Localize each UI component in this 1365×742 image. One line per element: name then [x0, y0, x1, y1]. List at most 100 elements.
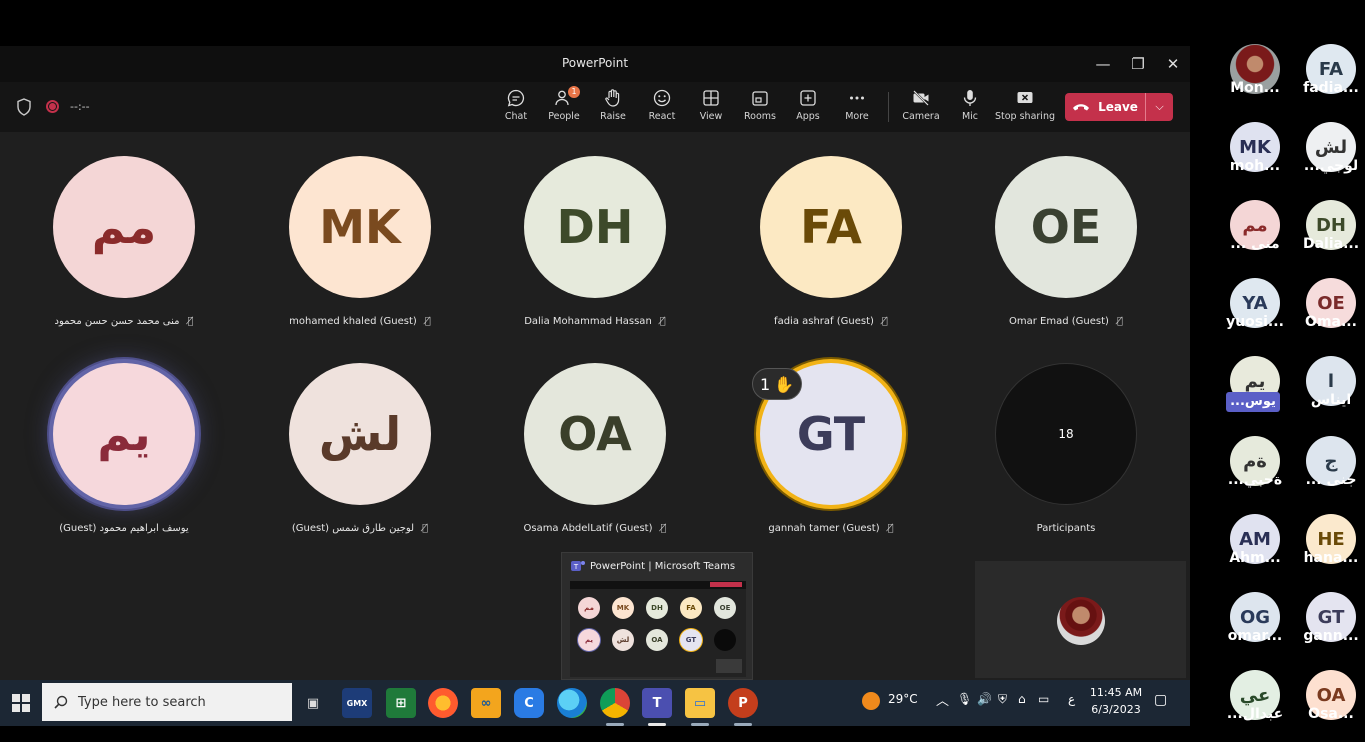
- participant-tile[interactable]: MK mohamed khaled (Guest) 🎙̸: [245, 132, 475, 332]
- teams-taskbar-icon[interactable]: T: [642, 688, 672, 718]
- title-bar: PowerPoint — ❐ ✕: [0, 46, 1190, 82]
- calculator-app-icon[interactable]: ⊞: [386, 688, 416, 718]
- battery-icon[interactable]: ▭: [1038, 692, 1049, 706]
- window-title: PowerPoint: [561, 56, 629, 70]
- mic-muted-icon: 🎙̸: [187, 316, 194, 327]
- mic-tray-icon[interactable]: 🎙: [957, 692, 972, 706]
- close-button[interactable]: ✕: [1158, 52, 1188, 76]
- weather-sun-icon[interactable]: [862, 692, 880, 710]
- leave-options-button[interactable]: ⌵: [1145, 93, 1173, 121]
- speaker-icon[interactable]: 🔊: [977, 692, 992, 706]
- participant-name: Osama AbdelLatif (Guest) 🎙̸: [523, 523, 667, 534]
- leave-button[interactable]: Leave ⌵: [1065, 93, 1173, 121]
- participant-tile[interactable]: DH Dalia Mohammad Hassan 🎙̸: [480, 132, 710, 332]
- sidebar-name: gann...: [1303, 628, 1359, 644]
- sidebar-participant[interactable]: OE Oma...: [1286, 278, 1365, 350]
- sidebar-participant[interactable]: OG omar...: [1210, 592, 1290, 664]
- participants-label: Participants: [1036, 523, 1096, 534]
- chat-label: Chat: [504, 111, 528, 122]
- weather-temp[interactable]: 29°C: [888, 692, 918, 706]
- sidebar-participant[interactable]: YA yuosi...: [1210, 278, 1290, 350]
- sidebar-participant[interactable]: ج ... جنى: [1286, 436, 1365, 508]
- participant-name: (Guest) يوسف ابراهيم محمود: [59, 523, 189, 534]
- arduino-icon[interactable]: ∞: [471, 688, 501, 718]
- minimize-button[interactable]: —: [1088, 52, 1118, 76]
- gmx-app-icon[interactable]: GMX: [342, 688, 372, 718]
- sidebar-participant[interactable]: DH Dalia...: [1286, 200, 1365, 272]
- sidebar-participant-speaking[interactable]: يم ...يوس: [1210, 356, 1290, 428]
- notifications-icon[interactable]: ▢: [1154, 692, 1167, 708]
- sidebar-name: hana...: [1303, 550, 1359, 566]
- sidebar-participant[interactable]: مم ... منى: [1210, 200, 1290, 272]
- participant-tile[interactable]: يم (Guest) يوسف ابراهيم محمود: [9, 339, 239, 539]
- stop-sharing-button[interactable]: Stop sharing: [994, 88, 1056, 128]
- react-button[interactable]: React: [636, 88, 688, 128]
- participant-tile[interactable]: مم منى محمد حسن حسن محمود 🎙̸: [9, 132, 239, 332]
- chrome-icon[interactable]: [600, 688, 630, 718]
- chat-button[interactable]: Chat: [490, 88, 542, 128]
- sidebar-participant[interactable]: لش ...لوجي: [1286, 122, 1365, 194]
- react-label: React: [648, 111, 676, 122]
- avatar: OA: [524, 363, 666, 505]
- windows-start-icon[interactable]: [12, 694, 30, 712]
- sidebar-participant[interactable]: ةم ...ةحبي: [1210, 436, 1290, 508]
- sidebar-participant[interactable]: AM Ahm...: [1210, 514, 1290, 586]
- c-app-icon[interactable]: C: [514, 688, 544, 718]
- sidebar-participant[interactable]: GT gann...: [1286, 592, 1365, 664]
- mic-button[interactable]: Mic: [944, 88, 996, 128]
- maximize-button[interactable]: ❐: [1123, 52, 1153, 76]
- camera-button[interactable]: Camera: [895, 88, 947, 128]
- taskbar-clock[interactable]: 11:45 AM 6/3/2023: [1088, 684, 1144, 718]
- file-explorer-icon[interactable]: ▭: [685, 688, 715, 718]
- stop-share-icon: [1017, 92, 1033, 103]
- network-icon[interactable]: ⌂: [1018, 692, 1026, 706]
- preview-avatar: OE: [714, 597, 736, 619]
- taskbar-preview-thumbnail[interactable]: T PowerPoint | Microsoft Teams مم MK DH …: [561, 552, 753, 680]
- people-button[interactable]: 1 People: [538, 86, 590, 128]
- view-button[interactable]: View: [685, 88, 737, 128]
- sidebar-participant[interactable]: Mon...: [1210, 44, 1290, 116]
- participant-tile[interactable]: OA Osama AbdelLatif (Guest) 🎙̸: [480, 339, 710, 539]
- view-label: View: [699, 111, 723, 122]
- sidebar-participant[interactable]: ا ايناس: [1286, 356, 1365, 428]
- rooms-button[interactable]: Rooms: [734, 88, 786, 128]
- raise-hand-button[interactable]: Raise: [587, 88, 639, 128]
- mic-muted-icon: 🎙̸: [1116, 316, 1123, 327]
- shield-icon[interactable]: [16, 98, 32, 116]
- raised-hand-count: 1: [759, 374, 771, 394]
- edge-icon[interactable]: [557, 688, 587, 718]
- sidebar-participant[interactable]: OA Osa...: [1286, 670, 1365, 742]
- people-count-badge: 1: [568, 86, 580, 98]
- sidebar-participant[interactable]: FA fadia...: [1286, 44, 1365, 116]
- participant-name: Omar Emad (Guest) 🎙̸: [1009, 316, 1123, 327]
- taskbar-search[interactable]: Type here to search: [42, 683, 292, 721]
- svg-text:T: T: [573, 563, 579, 571]
- powerpoint-icon[interactable]: P: [728, 688, 758, 718]
- smiley-icon: [653, 89, 671, 107]
- preview-avatar: لش: [612, 629, 634, 651]
- input-language[interactable]: ع: [1068, 692, 1075, 706]
- leave-main[interactable]: Leave: [1065, 100, 1145, 114]
- participant-tile[interactable]: GT gannah tamer (Guest) 🎙̸: [716, 339, 946, 539]
- participant-tile[interactable]: OE Omar Emad (Guest) 🎙̸: [951, 132, 1181, 332]
- apps-button[interactable]: Apps: [782, 88, 834, 128]
- avatar: FA: [760, 156, 902, 298]
- participant-name: mohamed khaled (Guest) 🎙̸: [289, 316, 431, 327]
- more-button[interactable]: More: [831, 88, 883, 128]
- sidebar-participant[interactable]: HE hana...: [1286, 514, 1365, 586]
- participants-overflow-tile[interactable]: 18 Participants: [951, 339, 1181, 539]
- security-tray-icon[interactable]: ⛨: [998, 692, 1007, 707]
- participant-tile[interactable]: FA fadia ashraf (Guest) 🎙̸: [716, 132, 946, 332]
- leave-label: Leave: [1098, 100, 1138, 114]
- people-label: People: [548, 111, 580, 122]
- chevron-up-icon[interactable]: ︿: [936, 690, 949, 709]
- sidebar-participant[interactable]: MK moh...: [1210, 122, 1290, 194]
- sidebar-name: ايناس: [1310, 392, 1352, 408]
- firefox-icon[interactable]: [428, 688, 458, 718]
- participant-tile[interactable]: لش (Guest) لوجين طارق شمس 🎙̸: [245, 339, 475, 539]
- sidebar-participant[interactable]: عي ...عبدال: [1210, 670, 1290, 742]
- preview-avatar: FA: [680, 597, 702, 619]
- rooms-icon: [752, 91, 768, 106]
- task-view-icon[interactable]: ▣: [298, 688, 328, 718]
- add-apps-icon: [800, 90, 816, 106]
